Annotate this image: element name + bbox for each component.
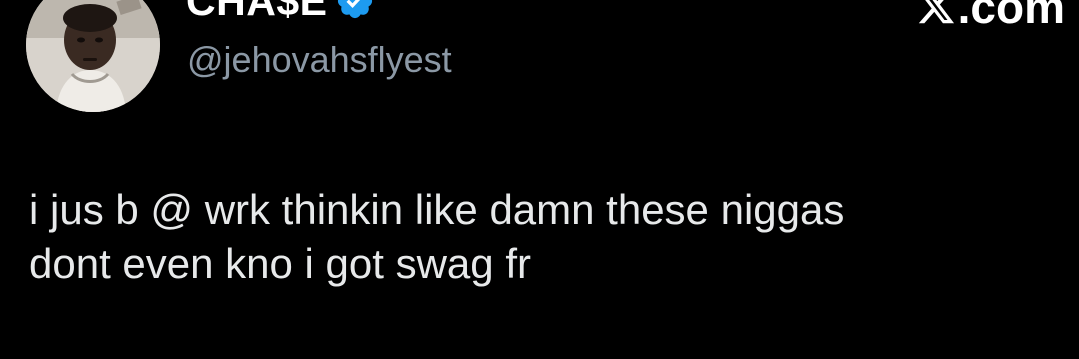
tweet-text: i jus b @ wrk thinkin like damn these ni… (29, 183, 1069, 291)
x-logo-icon (916, 0, 956, 27)
brand-watermark: .com (916, 0, 1065, 32)
handle[interactable]: @jehovahsflyest (187, 38, 452, 82)
brand-domain-text: .com (957, 0, 1065, 33)
verified-badge-icon (335, 0, 375, 21)
display-name[interactable]: CHA$E (186, 0, 327, 26)
avatar-photo (26, 0, 160, 112)
tweet-text-line: dont even kno i got swag fr (29, 240, 531, 287)
tweet-text-line: i jus b @ wrk thinkin like damn these ni… (29, 186, 845, 233)
tweet-card: CHA$E @jehovahsflyest .com i jus b @ wrk… (0, 0, 1079, 359)
avatar[interactable] (26, 0, 160, 112)
name-row: CHA$E (186, 0, 375, 26)
